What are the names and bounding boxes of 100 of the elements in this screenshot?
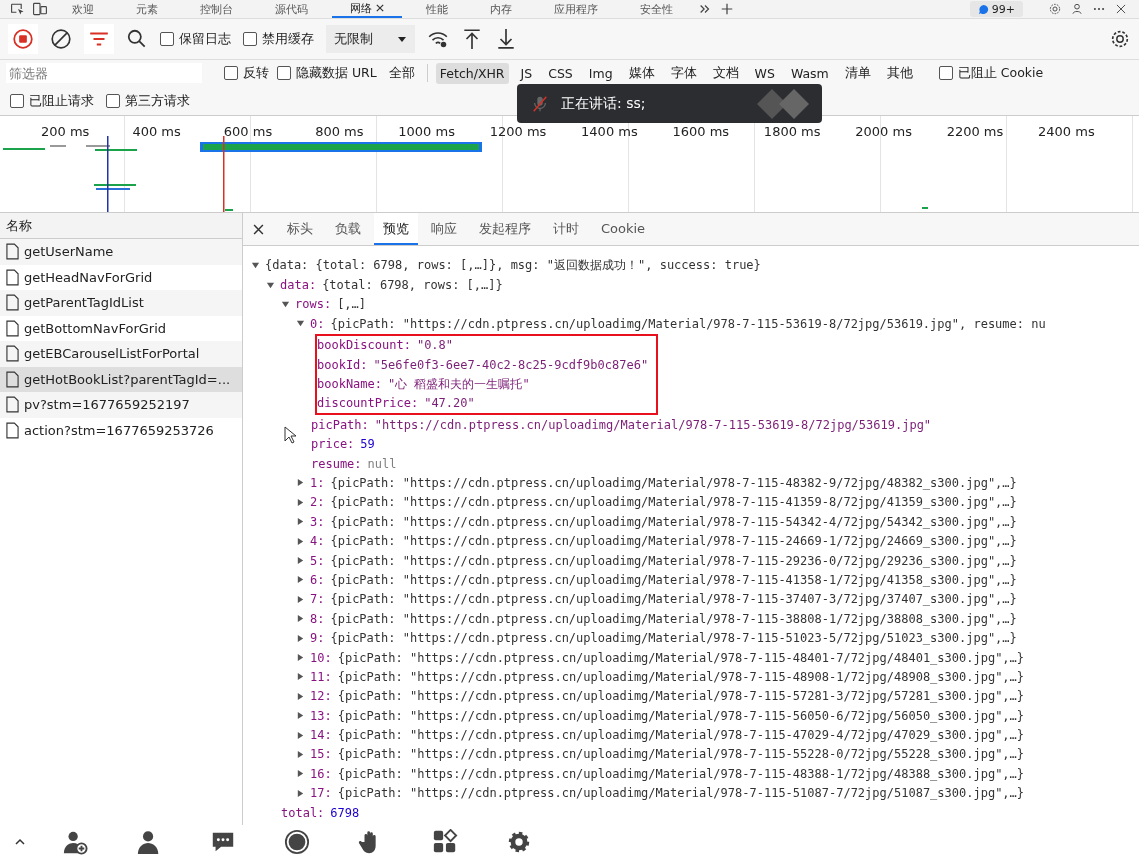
- panel-tab[interactable]: 发起程序: [470, 213, 540, 245]
- checkbox-label[interactable]: 反转: [243, 64, 269, 82]
- checkbox[interactable]: [224, 66, 238, 80]
- request-name[interactable]: getUserName: [24, 244, 114, 260]
- request-name[interactable]: getParentTagIdList: [24, 295, 144, 311]
- type-filter[interactable]: JS: [516, 62, 537, 84]
- clear-icon[interactable]: [50, 28, 72, 50]
- panel-tab[interactable]: 预览: [374, 213, 418, 245]
- expand-arrow-icon[interactable]: [296, 497, 305, 507]
- filter-field[interactable]: 筛选器: [6, 63, 202, 83]
- collapse-arrow-icon[interactable]: [281, 299, 290, 309]
- expand-arrow-icon[interactable]: [296, 769, 305, 779]
- expand-arrow-icon[interactable]: [296, 672, 305, 682]
- checkbox-label[interactable]: 已阻止请求: [29, 91, 94, 110]
- expand-arrow-icon[interactable]: [296, 691, 305, 701]
- type-filter[interactable]: WS: [750, 62, 779, 84]
- device-icon[interactable]: [32, 2, 48, 16]
- person-icon[interactable]: [1069, 2, 1085, 16]
- add-icon[interactable]: [719, 2, 735, 16]
- devtools-tab[interactable]: 控制台: [182, 0, 251, 18]
- expand-arrow-icon[interactable]: [296, 556, 305, 566]
- inspect-icon[interactable]: [10, 2, 26, 16]
- expand-arrow-icon[interactable]: [296, 614, 305, 624]
- search-icon[interactable]: [126, 28, 148, 50]
- expand-arrow-icon[interactable]: [296, 536, 305, 546]
- expand-arrow-icon[interactable]: [296, 633, 305, 643]
- request-name[interactable]: getHeadNavForGrid: [24, 269, 153, 285]
- panel-tab[interactable]: 响应: [422, 213, 466, 245]
- request-row[interactable]: getHotBookList?parentTagId=...: [0, 366, 242, 392]
- type-filter[interactable]: 清单: [840, 61, 875, 85]
- devtools-tab[interactable]: 内存: [472, 0, 530, 18]
- type-filter[interactable]: 全部: [384, 61, 419, 85]
- request-row[interactable]: getBottomNavForGrid: [0, 315, 242, 341]
- type-filter[interactable]: 字体: [666, 61, 701, 85]
- checkbox-label[interactable]: 禁用缓存: [262, 30, 314, 48]
- apps-icon[interactable]: [432, 829, 458, 855]
- request-name[interactable]: action?stm=1677659253726: [24, 422, 214, 438]
- record-button[interactable]: [8, 24, 38, 54]
- upload-icon[interactable]: [461, 28, 483, 50]
- type-filter[interactable]: Fetch/XHR: [435, 62, 509, 84]
- throttling-select[interactable]: 无限制: [326, 25, 415, 53]
- checkbox[interactable]: [243, 32, 257, 46]
- issues-badge[interactable]: 99+: [969, 1, 1023, 17]
- expand-arrow-icon[interactable]: [296, 575, 305, 585]
- checkbox[interactable]: [277, 66, 291, 80]
- collapse-arrow-icon[interactable]: [266, 280, 275, 290]
- request-row[interactable]: getEBCarouselListForPortal: [0, 341, 242, 367]
- request-row[interactable]: pv?stm=1677659252197: [0, 392, 242, 418]
- checkbox[interactable]: [938, 66, 953, 80]
- expand-arrow-icon[interactable]: [296, 594, 305, 604]
- request-row[interactable]: getParentTagIdList: [0, 290, 242, 316]
- checkbox[interactable]: [106, 93, 120, 108]
- devtools-tab[interactable]: 元素: [118, 0, 176, 18]
- checkbox[interactable]: [160, 32, 174, 46]
- panel-tab[interactable]: 标头: [278, 213, 322, 245]
- panel-tab[interactable]: 负载: [326, 213, 370, 245]
- download-icon[interactable]: [495, 28, 517, 50]
- panel-tab[interactable]: 计时: [544, 213, 588, 245]
- checkbox-label[interactable]: 第三方请求: [125, 91, 190, 110]
- expand-arrow-icon[interactable]: [296, 517, 305, 527]
- expand-arrow-icon[interactable]: [296, 653, 305, 662]
- devtools-tab[interactable]: 源代码: [257, 0, 326, 18]
- settings-icon[interactable]: [1109, 28, 1131, 50]
- speaking-text: 正在讲话: ss;: [561, 94, 646, 113]
- collapse-arrow-icon[interactable]: [251, 261, 260, 271]
- close-icon[interactable]: [376, 4, 384, 12]
- devtools-tab[interactable]: 欢迎: [54, 0, 112, 18]
- request-row[interactable]: getHeadNavForGrid: [0, 264, 242, 290]
- expand-arrow-icon[interactable]: [296, 478, 305, 488]
- devtools-tab[interactable]: 性能: [408, 0, 466, 18]
- type-filter[interactable]: CSS: [544, 62, 577, 84]
- filter-button[interactable]: [84, 24, 114, 54]
- type-filter[interactable]: 文档: [708, 61, 743, 85]
- checkbox-label[interactable]: 已阻止 Cookie: [957, 64, 1044, 82]
- request-row[interactable]: getUserName: [0, 239, 242, 265]
- expand-arrow-icon[interactable]: [296, 711, 305, 721]
- checkbox-label[interactable]: 隐藏数据 URL: [296, 64, 377, 82]
- request-name[interactable]: getBottomNavForGrid: [24, 320, 166, 336]
- close-icon[interactable]: [253, 223, 264, 235]
- expand-arrow-icon[interactable]: [296, 730, 305, 740]
- settings-icon[interactable]: [506, 829, 532, 855]
- expand-arrow-icon[interactable]: [296, 749, 305, 759]
- add-person-icon[interactable]: [62, 829, 88, 855]
- devtools-tab[interactable]: 应用程序: [536, 0, 616, 18]
- panel-tab[interactable]: Cookie: [592, 213, 655, 245]
- type-filter[interactable]: 媒体: [624, 61, 659, 85]
- request-row[interactable]: action?stm=1677659253726: [0, 417, 242, 443]
- type-filter[interactable]: Wasm: [786, 62, 833, 84]
- request-name[interactable]: getHotBookList?parentTagId=...: [24, 371, 231, 387]
- checkbox[interactable]: [10, 93, 24, 108]
- record-icon[interactable]: [284, 829, 310, 855]
- expand-arrow-icon[interactable]: [296, 788, 305, 798]
- type-filter[interactable]: 其他: [882, 61, 917, 85]
- type-filter[interactable]: Img: [584, 62, 617, 84]
- collapse-arrow-icon[interactable]: [296, 319, 305, 329]
- request-name[interactable]: pv?stm=1677659252197: [24, 397, 190, 413]
- column-header[interactable]: 名称: [0, 213, 242, 239]
- devtools-tab[interactable]: 安全性: [622, 0, 691, 18]
- request-name[interactable]: getEBCarouselListForPortal: [24, 346, 200, 362]
- checkbox-label[interactable]: 保留日志: [179, 30, 231, 48]
